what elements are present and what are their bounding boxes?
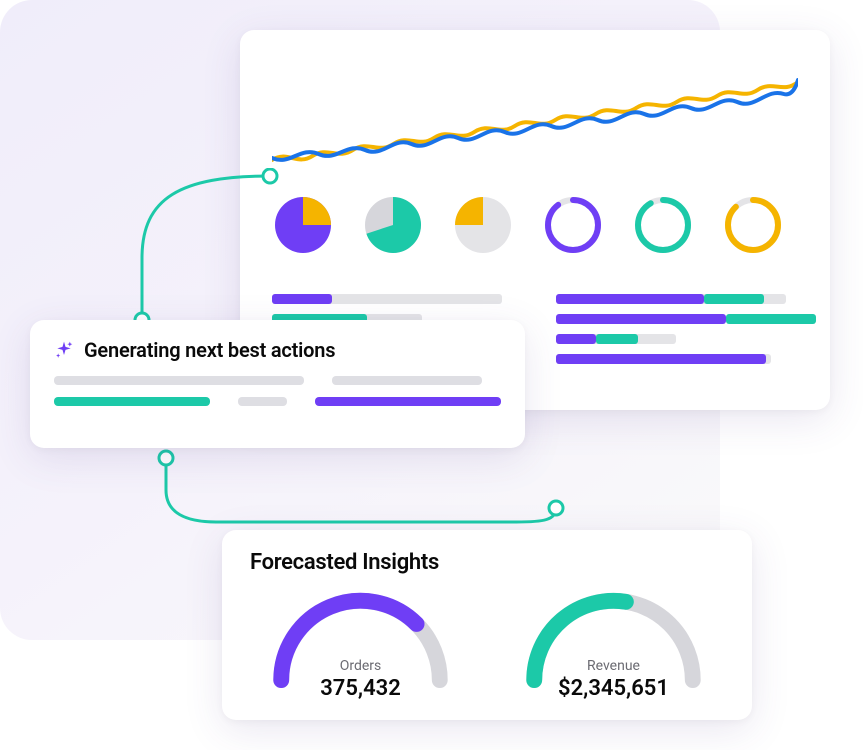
pie-chart-row bbox=[272, 194, 798, 256]
forecast-title: Forecasted Insights bbox=[250, 550, 724, 575]
gauge-orders: Orders 375,432 bbox=[258, 581, 463, 701]
generating-actions-card: Generating next best actions bbox=[30, 320, 525, 448]
gauge-value: $2,345,651 bbox=[558, 676, 669, 701]
trend-line-chart bbox=[272, 58, 798, 178]
skeleton-line bbox=[332, 376, 482, 385]
pie-chart-3 bbox=[452, 194, 514, 256]
pie-chart-2 bbox=[362, 194, 424, 256]
pie-chart-1 bbox=[272, 194, 334, 256]
gauge-revenue: Revenue $2,345,651 bbox=[511, 581, 716, 701]
gauge-label: Orders bbox=[340, 658, 382, 674]
gauge-label: Revenue bbox=[587, 658, 640, 674]
skeleton-line bbox=[238, 397, 287, 406]
forecast-insights-card: Forecasted Insights Orders 375,432 Reven… bbox=[222, 530, 752, 720]
donut-chart-1 bbox=[542, 194, 604, 256]
bar-group-right bbox=[556, 294, 816, 364]
skeleton-line-accent bbox=[315, 397, 501, 406]
sparkle-icon bbox=[54, 340, 74, 360]
donut-chart-2 bbox=[632, 194, 694, 256]
generating-title: Generating next best actions bbox=[84, 338, 335, 362]
donut-chart-3 bbox=[722, 194, 784, 256]
skeleton-line-accent bbox=[54, 397, 210, 406]
skeleton-line bbox=[54, 376, 304, 385]
gauge-value: 375,432 bbox=[320, 676, 401, 701]
